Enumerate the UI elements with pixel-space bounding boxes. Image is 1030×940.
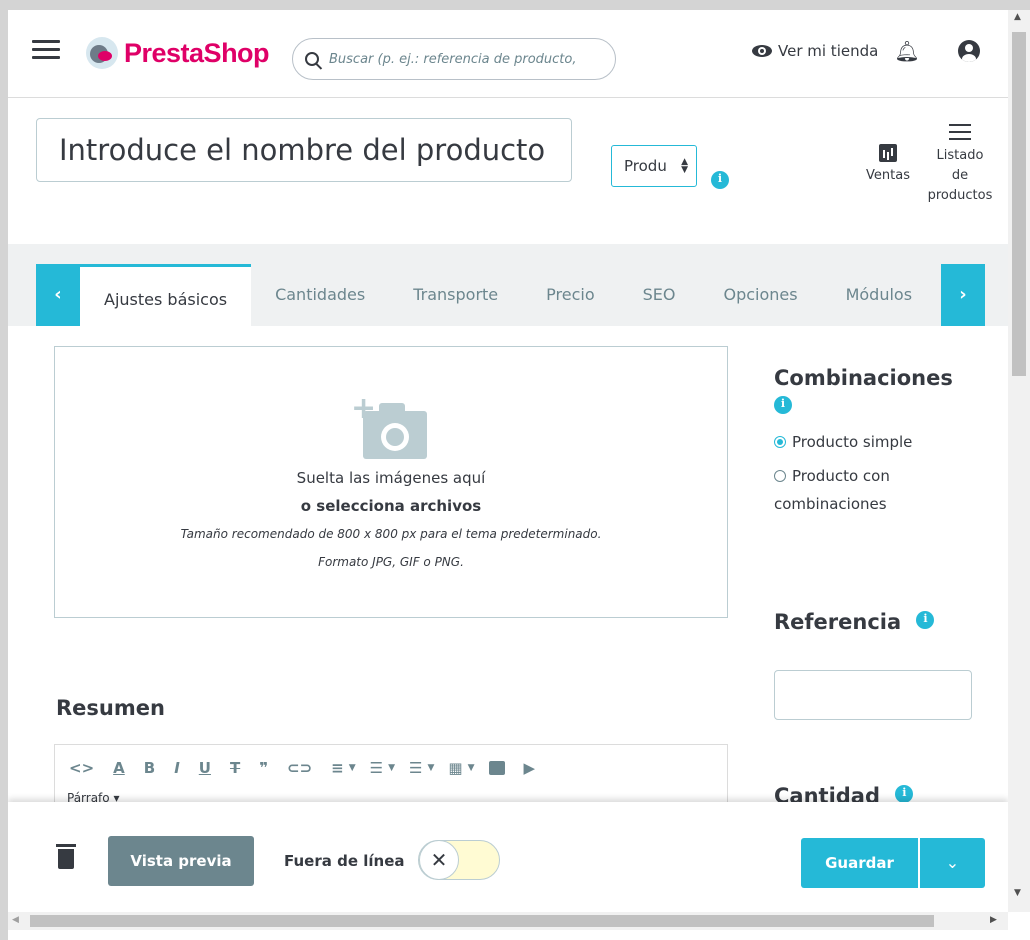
radio-checked-icon[interactable] <box>774 436 786 448</box>
tab-list: Ajustes básicos Cantidades Transporte Preci… <box>80 264 941 326</box>
radio-simple-label: Producto simple <box>792 433 913 451</box>
vertical-scroll-thumb[interactable] <box>1012 32 1026 376</box>
table-caret-icon[interactable]: ▼ <box>468 763 475 773</box>
tabs-next-button[interactable]: › <box>941 264 985 326</box>
product-list-link[interactable]: Listado de productos <box>920 124 1000 206</box>
info-icon[interactable] <box>711 171 729 189</box>
radio-combinations-label-2: combinaciones <box>774 495 887 513</box>
dropzone-format-hint: Formato JPG, GIF o PNG. <box>318 555 464 569</box>
scroll-right-icon[interactable]: ▶ <box>990 915 997 925</box>
tab-options[interactable]: Opciones <box>699 264 821 326</box>
basic-settings-panel: + Suelta las imágenes aquí o selecciona … <box>36 326 986 814</box>
user-icon[interactable] <box>958 40 980 62</box>
tab-pricing[interactable]: Precio <box>522 264 618 326</box>
underline-icon[interactable]: U <box>199 759 211 777</box>
strikethrough-icon[interactable]: T <box>230 759 240 777</box>
bullet-list-icon[interactable]: ☰ <box>370 759 383 777</box>
add-photo-icon: + <box>351 394 429 459</box>
offline-label: Fuera de línea <box>284 852 405 870</box>
trash-icon[interactable] <box>56 844 76 869</box>
reference-input[interactable] <box>774 670 972 720</box>
bullet-list-caret-icon[interactable]: ▼ <box>388 763 395 773</box>
view-store-label[interactable]: Ver mi tienda <box>778 42 878 60</box>
product-header: Produ ▲▼ Ventas Listado de productos <box>8 98 1008 244</box>
chevron-down-icon[interactable]: ⌄ <box>920 838 985 888</box>
italic-icon[interactable]: I <box>174 759 180 777</box>
top-navbar: PrestaShop Ver mi tienda 🔔︎ <box>8 10 1008 98</box>
align-caret-icon[interactable]: ▼ <box>349 763 356 773</box>
numbered-list-caret-icon[interactable]: ▼ <box>427 763 434 773</box>
image-icon[interactable] <box>488 761 505 775</box>
radio-unchecked-icon[interactable] <box>774 470 786 482</box>
blockquote-icon[interactable]: ❞ <box>259 759 268 777</box>
sales-label: Ventas <box>866 168 910 183</box>
link-icon[interactable]: ⊂⊃ <box>287 759 312 777</box>
select-files-link[interactable]: o selecciona archivos <box>55 497 727 515</box>
combinations-heading: Combinaciones <box>774 366 953 390</box>
tabs-band: ‹ Ajustes básicos Cantidades Transporte Pre… <box>8 244 1008 326</box>
sales-link[interactable]: Ventas <box>860 144 916 183</box>
dropzone-text: Suelta las imágenes aquí <box>296 469 486 487</box>
text-color-icon[interactable]: A <box>113 759 125 777</box>
footer-actions-bar: Vista previa Fuera de línea ✕ Guardar ⌄ <box>8 802 1008 912</box>
align-icon[interactable]: ≡ <box>331 759 344 777</box>
preview-button[interactable]: Vista previa <box>108 836 254 886</box>
logo[interactable]: PrestaShop <box>86 36 270 70</box>
search-input[interactable] <box>329 51 599 67</box>
numbered-list-icon[interactable]: ☰ <box>409 759 422 777</box>
quantity-info-icon[interactable] <box>895 785 914 803</box>
radio-simple-product[interactable]: Producto simple <box>774 428 986 456</box>
product-type-select[interactable]: Produ ▲ ▼ <box>611 145 697 187</box>
prestashop-logo-icon <box>86 37 118 69</box>
eye-icon <box>752 45 772 57</box>
horizontal-scrollbar[interactable]: ◀ ▶ <box>8 912 1008 930</box>
scroll-up-icon[interactable]: ▲ <box>1014 12 1021 22</box>
online-toggle[interactable]: ✕ <box>418 840 500 880</box>
tabs-prev-button[interactable]: ‹ <box>36 264 80 326</box>
product-list-label-2: de <box>951 168 969 183</box>
product-type-value: Produ <box>624 157 667 175</box>
view-store-link[interactable]: Ver mi tienda 🔔︎ <box>752 40 920 62</box>
tab-seo[interactable]: SEO <box>619 264 700 326</box>
hamburger-icon[interactable] <box>32 40 60 60</box>
combinations-info-icon[interactable] <box>774 396 792 414</box>
radio-combinations-label-1: Producto con <box>792 467 890 485</box>
reference-heading: Referencia <box>774 610 935 634</box>
search-box[interactable] <box>292 38 616 80</box>
bar-chart-icon <box>879 144 897 162</box>
editor-toolbar: <> A B I U T ❞ ⊂⊃ ≡ ▼ ☰ ▼ ☰ ▼ ▦ ▼ ▶ <box>69 759 554 777</box>
tab-quantities[interactable]: Cantidades <box>251 264 389 326</box>
reference-info-icon[interactable] <box>916 611 935 629</box>
radio-product-with-combinations[interactable]: Producto con <box>774 462 986 490</box>
product-list-label-1: Listado <box>936 148 984 163</box>
tab-shipping[interactable]: Transporte <box>389 264 522 326</box>
video-icon[interactable]: ▶ <box>524 759 536 777</box>
browser-frame: PrestaShop Ver mi tienda 🔔︎ Produ ▲▼ Ven… <box>8 10 1030 940</box>
right-column: Combinaciones Producto simple Producto c… <box>774 366 986 808</box>
code-view-icon[interactable]: <> <box>69 759 94 777</box>
table-icon[interactable]: ▦ <box>448 759 462 777</box>
list-icon <box>949 124 971 140</box>
scroll-down-icon[interactable]: ▼ <box>1014 888 1021 898</box>
bell-icon[interactable]: 🔔︎ <box>894 40 919 62</box>
reference-heading-text: Referencia <box>774 610 902 634</box>
product-name-input[interactable] <box>36 118 572 182</box>
logo-text: PrestaShop <box>124 37 270 68</box>
tab-modules[interactable]: Módulos <box>822 264 936 326</box>
product-list-label-3: productos <box>927 188 993 203</box>
summary-heading: Resumen <box>56 696 165 720</box>
bold-icon[interactable]: B <box>144 759 155 777</box>
image-dropzone[interactable]: + Suelta las imágenes aquí o selecciona … <box>54 346 728 618</box>
vertical-scrollbar[interactable]: ▲ ▼ <box>1008 10 1030 912</box>
scroll-left-icon[interactable]: ◀ <box>12 915 19 925</box>
horizontal-scroll-thumb[interactable] <box>30 915 934 927</box>
tab-basic-settings[interactable]: Ajustes básicos <box>80 264 252 326</box>
search-icon[interactable] <box>305 52 319 66</box>
dropzone-size-hint: Tamaño recomendado de 800 x 800 px para … <box>180 527 602 541</box>
close-icon[interactable]: ✕ <box>419 840 459 880</box>
save-button[interactable]: Guardar <box>801 838 918 888</box>
select-arrows-icon: ▲ ▼ <box>681 157 688 175</box>
